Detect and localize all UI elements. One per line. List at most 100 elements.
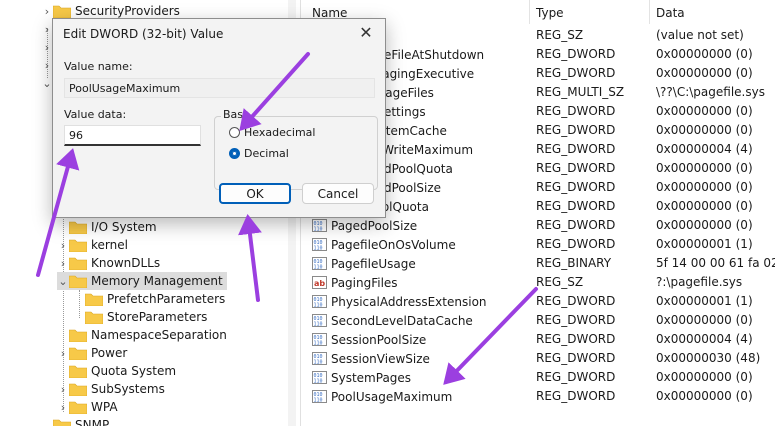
registry-binary-icon: 010110 [312, 295, 327, 308]
value-row[interactable]: 010 110 SessionPoolSize REG_DWORD 0x00000004… [305, 330, 775, 349]
value-row[interactable]: 010 110 SecondLevelDataCache REG_DWORD 0x000… [305, 311, 775, 330]
value-name-text: PoolUsageMaximum [331, 389, 453, 404]
tree-item-namespaceseparation[interactable]: NamespaceSeparation [57, 326, 231, 344]
tree-item-wpa[interactable]: › WPA [57, 398, 122, 416]
folder-icon [69, 401, 87, 414]
registry-binary-icon: 010110 [312, 219, 327, 232]
folder-icon [53, 419, 71, 426]
value-row[interactable]: 010 110 PagedPoolSize REG_DWORD 0x00000000 (… [305, 216, 775, 235]
value-type-cell: REG_DWORD [536, 142, 616, 156]
column-header-data[interactable]: Data [656, 6, 685, 20]
column-header-type[interactable]: Type [536, 6, 564, 20]
registry-string-icon: ab [312, 276, 327, 289]
value-row[interactable]: 010 110 PoolUsageMaximum REG_DWORD 0x0000000… [305, 387, 775, 406]
value-type-cell: REG_DWORD [536, 47, 616, 61]
value-name-cell: 010 110 PhysicalAddressExtension [312, 292, 487, 311]
value-type-cell: REG_DWORD [536, 332, 616, 346]
expand-chevron-icon[interactable]: › [57, 254, 69, 272]
tree-item-storeparameters[interactable]: StoreParameters [73, 308, 211, 326]
tree-item-label: NamespaceSeparation [91, 328, 227, 342]
registry-binary-icon: 010110 [312, 371, 327, 384]
value-data-cell: ?:\pagefile.sys [656, 275, 743, 289]
tree-item-io-system[interactable]: I/O System [57, 218, 161, 236]
tree-item-label: Power [91, 346, 128, 360]
hexadecimal-label: Hexadecimal [244, 126, 316, 139]
expand-chevron-icon[interactable]: › [57, 344, 69, 362]
value-name-text: PagingFiles [331, 275, 398, 290]
value-name-cell: 010 110 PagefileUsage [312, 254, 416, 273]
value-name-field[interactable]: PoolUsageMaximum [64, 78, 375, 98]
expand-chevron-icon[interactable]: › [57, 398, 69, 416]
value-row[interactable]: ab PagingFiles REG_SZ ?:\pagefile.sys [305, 273, 775, 292]
value-type-cell: REG_BINARY [536, 256, 612, 270]
expand-chevron-icon[interactable]: › [57, 380, 69, 398]
svg-text:110: 110 [314, 341, 323, 347]
registry-editor: › › › ⌄ › SecurityProviders I/O System ›… [0, 0, 775, 426]
column-separator[interactable] [529, 0, 530, 24]
tree-item-label: SNMP [75, 418, 110, 426]
value-type-cell: REG_DWORD [536, 389, 616, 403]
value-type-cell: REG_DWORD [536, 370, 616, 384]
tree-item-knowndlls[interactable]: › KnownDLLs [57, 254, 164, 272]
value-data-field[interactable]: 96 [64, 125, 201, 146]
value-name-label: Value name: [64, 60, 133, 73]
value-data-cell: 0x00000001 (1) [656, 237, 753, 251]
value-name-text: SessionPoolSize [331, 332, 427, 347]
tree-item-power[interactable]: › Power [57, 344, 131, 362]
tree-item-subsystems[interactable]: › SubSystems [57, 380, 169, 398]
value-row[interactable]: 010 110 PagefileOnOsVolume REG_DWORD 0x00000… [305, 235, 775, 254]
tree-item-label: I/O System [91, 220, 157, 234]
registry-binary-icon: 010110 [312, 390, 327, 403]
svg-text:110: 110 [314, 303, 323, 309]
value-name-cell: 010 110 PoolUsageMaximum [312, 387, 452, 406]
cancel-button[interactable]: Cancel [302, 183, 374, 204]
tree-item-quota-system[interactable]: Quota System [57, 362, 180, 380]
value-type-cell: REG_DWORD [536, 351, 616, 365]
value-data-cell: 0x00000000 (0) [656, 370, 753, 384]
value-data-cell: 0x00000000 (0) [656, 161, 753, 175]
tree-item-label: kernel [91, 238, 128, 252]
value-name-text: PagefileUsage [331, 256, 416, 271]
tree-item-snmp[interactable]: SNMP [41, 416, 113, 426]
value-data-cell: 0x00000004 (4) [656, 142, 753, 156]
collapse-chevron-icon[interactable]: ⌄ [57, 272, 69, 290]
value-type-cell: REG_DWORD [536, 199, 616, 213]
dialog-title: Edit DWORD (32-bit) Value [63, 27, 224, 41]
value-type-cell: REG_DWORD [536, 218, 616, 232]
value-data-cell: 0x00000000 (0) [656, 313, 753, 327]
expand-chevron-icon[interactable] [57, 218, 69, 236]
value-row[interactable]: 010 110 SessionViewSize REG_DWORD 0x00000030… [305, 349, 775, 368]
hexadecimal-radio[interactable]: Hexadecimal [229, 126, 315, 139]
registry-binary-icon: 010110 [312, 352, 327, 365]
column-separator[interactable] [649, 0, 650, 24]
svg-text:110: 110 [314, 227, 323, 233]
value-type-cell: REG_DWORD [536, 180, 616, 194]
value-data-label: Value data: [64, 108, 127, 121]
svg-text:110: 110 [314, 322, 323, 328]
tree-item-label: SecurityProviders [75, 4, 180, 18]
ok-button[interactable]: OK [219, 183, 291, 204]
value-data-cell: (value not set) [656, 28, 744, 42]
value-row[interactable]: 010 110 PhysicalAddressExtension REG_DWORD 0… [305, 292, 775, 311]
expand-chevron-icon[interactable]: › [57, 236, 69, 254]
value-row[interactable]: 010 110 SystemPages REG_DWORD 0x00000000 (0) [305, 368, 775, 387]
value-data-cell: 0x00000000 (0) [656, 123, 753, 137]
tree-item-label: PrefetchParameters [107, 292, 226, 306]
value-name-cell: 010 110 SessionPoolSize [312, 330, 426, 349]
radio-unchecked-icon [229, 127, 240, 138]
decimal-radio[interactable]: Decimal [229, 147, 289, 160]
value-row[interactable]: 010 110 PagefileUsage REG_BINARY 5f 14 00 00… [305, 254, 775, 273]
value-type-cell: REG_DWORD [536, 123, 616, 137]
tree-item-kernel[interactable]: › kernel [57, 236, 132, 254]
value-data-cell: 0x00000001 (1) [656, 294, 753, 308]
tree-item-label: SubSystems [91, 382, 165, 396]
value-type-cell: REG_DWORD [536, 294, 616, 308]
decimal-label: Decimal [244, 147, 289, 160]
tree-item-prefetchparameters[interactable]: PrefetchParameters [73, 290, 229, 308]
svg-text:110: 110 [314, 265, 323, 271]
tree-item-memory-management[interactable]: ⌄ Memory Management [57, 272, 227, 290]
value-data-cell: 0x00000000 (0) [656, 180, 753, 194]
close-icon[interactable]: ✕ [357, 24, 375, 42]
value-type-cell: REG_DWORD [536, 104, 616, 118]
